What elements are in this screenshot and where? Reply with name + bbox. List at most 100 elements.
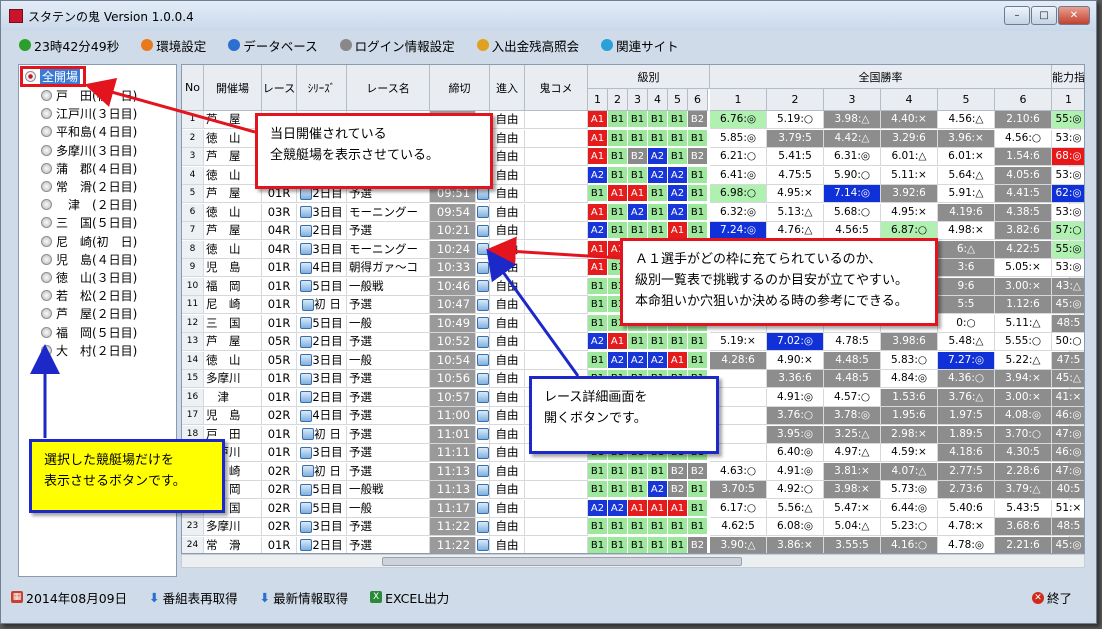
race-detail-button[interactable] — [476, 187, 489, 200]
win-rate-cell: 4.56:○ — [995, 129, 1052, 148]
race-detail-cell[interactable] — [476, 481, 490, 499]
entry-cell: 自由 — [490, 259, 525, 277]
tree-item-venue[interactable]: 徳 山(３日目) — [41, 269, 137, 286]
race-detail-button[interactable] — [476, 335, 489, 348]
excel-export-button[interactable]: X EXCEL出力 — [370, 588, 449, 607]
toolbar-gear-button[interactable]: 環境設定 — [141, 36, 206, 55]
race-detail-button[interactable] — [476, 206, 489, 218]
detail-button[interactable] — [302, 428, 315, 440]
tree-item-venue[interactable]: 戸 田(初 日) — [41, 87, 137, 104]
race-detail-button[interactable] — [476, 520, 489, 533]
detail-button[interactable] — [300, 280, 313, 292]
date-button[interactable]: ▦ 2014年08月09日 — [11, 588, 127, 607]
tree-item-venue[interactable]: 若 松(２日目) — [41, 287, 137, 304]
race-detail-button[interactable] — [476, 298, 489, 311]
race-detail-cell[interactable] — [476, 351, 490, 370]
detail-button[interactable] — [300, 261, 313, 274]
race-detail-button[interactable] — [476, 446, 489, 459]
tree-item-venue[interactable]: 江戸川(３日目) — [41, 105, 137, 122]
race-detail-button[interactable] — [476, 409, 489, 422]
race-cell: 05R — [262, 351, 297, 370]
race-detail-button[interactable] — [476, 224, 489, 237]
detail-button[interactable] — [300, 446, 313, 459]
win-rate-cell: 4.63:○ — [710, 462, 767, 481]
detail-button[interactable] — [300, 187, 313, 200]
maximize-button[interactable]: □ — [1031, 6, 1057, 25]
race-detail-cell[interactable] — [476, 407, 490, 425]
detail-button[interactable] — [302, 298, 315, 311]
race-detail-cell[interactable] — [476, 277, 490, 296]
class-cell: B1 — [648, 111, 668, 128]
detail-button[interactable] — [300, 206, 313, 218]
race-detail-cell[interactable] — [476, 425, 490, 444]
exit-button[interactable]: ✕ 終了 — [1031, 588, 1072, 607]
class-cell: A1 — [668, 222, 688, 239]
tree-item-venue[interactable]: 福 岡(５日目) — [41, 324, 137, 341]
horizontal-scrollbar[interactable] — [181, 554, 1085, 568]
race-detail-cell[interactable] — [476, 536, 490, 553]
race-detail-button[interactable] — [476, 465, 489, 477]
tree-item-venue[interactable]: 芦 屋(２日目) — [41, 305, 137, 322]
tree-item-venue[interactable]: 常 滑(２日目) — [41, 178, 137, 195]
tree-item-venue[interactable]: 多摩川(３日目) — [41, 142, 137, 159]
detail-button[interactable] — [300, 372, 313, 385]
detail-button[interactable] — [300, 224, 313, 237]
detail-button[interactable] — [300, 409, 313, 422]
race-detail-button[interactable] — [476, 391, 489, 403]
detail-button[interactable] — [300, 502, 313, 514]
detail-button[interactable] — [300, 391, 313, 403]
win-rate-cell: 3.95:◎ — [767, 425, 824, 444]
header-ability-lane: 1 — [1052, 89, 1084, 111]
race-detail-button[interactable] — [476, 428, 489, 440]
win-rate-cell: 3.29:6 — [881, 129, 938, 148]
tree-item-venue[interactable]: 尼 崎(初 日) — [41, 233, 137, 250]
race-detail-cell[interactable] — [476, 203, 490, 222]
toolbar-database-button[interactable]: データベース — [228, 36, 318, 55]
reload-program-button[interactable]: ⬇ 番組表再取得 — [149, 588, 238, 607]
detail-button[interactable] — [300, 539, 313, 551]
race-detail-cell[interactable] — [476, 499, 490, 518]
race-detail-button[interactable] — [476, 317, 489, 329]
race-detail-cell[interactable] — [476, 462, 490, 481]
race-detail-button[interactable] — [476, 354, 489, 366]
toolbar-clock-button[interactable]: 23時42分49秒 — [19, 36, 119, 55]
tree-item-venue[interactable]: 津 (２日目) — [41, 196, 137, 213]
detail-button[interactable] — [300, 520, 313, 533]
minimize-button[interactable]: – — [1004, 6, 1030, 25]
race-detail-button[interactable] — [476, 539, 489, 551]
race-detail-cell[interactable] — [476, 370, 490, 388]
tree-item-venue[interactable]: 大 村(２日目) — [41, 342, 137, 359]
detail-button[interactable] — [300, 317, 313, 329]
tree-item-venue[interactable]: 三 国(５日目) — [41, 214, 137, 231]
race-detail-button[interactable] — [476, 261, 489, 274]
race-detail-cell[interactable] — [476, 296, 490, 314]
latest-info-button[interactable]: ⬇ 最新情報取得 — [260, 588, 349, 607]
race-detail-button[interactable] — [476, 280, 489, 292]
close-button[interactable]: ✕ — [1058, 6, 1090, 25]
race-detail-button[interactable] — [476, 243, 489, 255]
win-rate-cell: 3.25:△ — [824, 425, 881, 444]
race-detail-button[interactable] — [476, 502, 489, 514]
race-detail-cell[interactable] — [476, 222, 490, 240]
detail-button[interactable] — [300, 483, 313, 496]
toolbar-key-button[interactable]: 入出金残高照会 — [476, 36, 579, 55]
detail-button[interactable] — [300, 335, 313, 348]
race-detail-button[interactable] — [476, 483, 489, 496]
scroll-thumb[interactable] — [382, 557, 742, 566]
detail-button[interactable] — [302, 465, 315, 477]
race-detail-cell[interactable] — [476, 518, 490, 536]
detail-button[interactable] — [300, 354, 313, 366]
toolbar-document-button[interactable]: ログイン情報設定 — [339, 36, 455, 55]
tree-item-venue[interactable]: 平和島(４日目) — [41, 123, 137, 140]
detail-button[interactable] — [300, 243, 313, 255]
tree-item-venue[interactable]: 蒲 郡(４日目) — [41, 160, 137, 177]
race-detail-cell[interactable] — [476, 259, 490, 277]
race-detail-cell[interactable] — [476, 388, 490, 407]
tree-item-venue[interactable]: 児 島(４日目) — [41, 251, 137, 268]
race-detail-cell[interactable] — [476, 333, 490, 351]
race-detail-cell[interactable] — [476, 444, 490, 462]
race-detail-button[interactable] — [476, 372, 489, 385]
toolbar-globe-button[interactable]: 関連サイト — [601, 36, 679, 55]
race-detail-cell[interactable] — [476, 240, 490, 259]
race-detail-cell[interactable] — [476, 314, 490, 333]
